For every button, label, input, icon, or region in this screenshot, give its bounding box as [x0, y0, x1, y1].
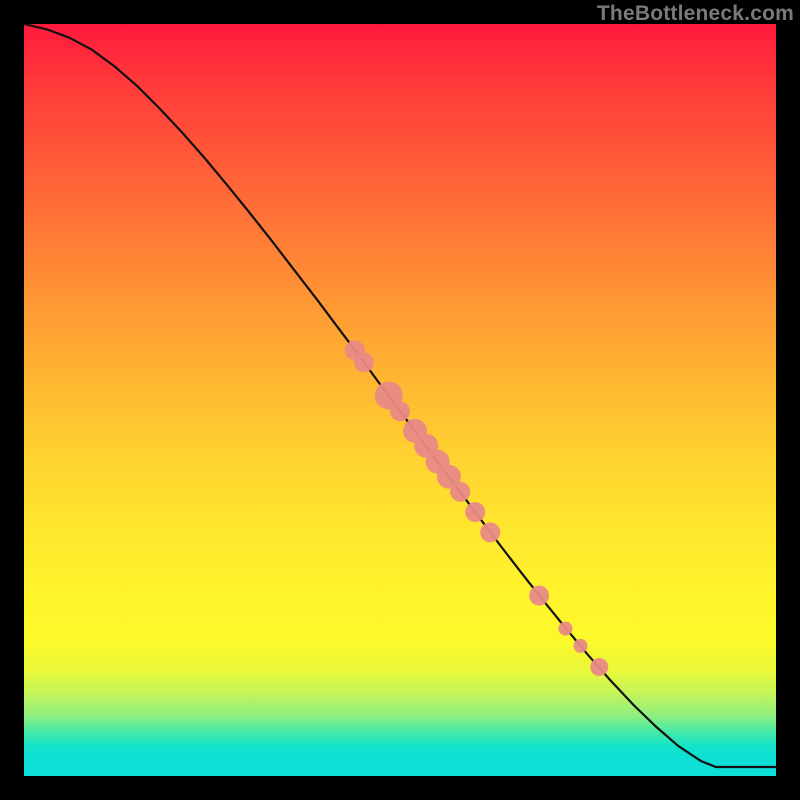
scatter-point — [590, 658, 608, 676]
scatter-point — [480, 522, 500, 542]
scatter-points — [345, 340, 608, 676]
chart-svg — [24, 24, 776, 776]
scatter-point — [529, 586, 549, 606]
scatter-point — [558, 622, 572, 636]
watermark-text: TheBottleneck.com — [597, 2, 794, 26]
scatter-point — [573, 639, 587, 653]
chart-stage: TheBottleneck.com — [0, 0, 800, 800]
scatter-point — [354, 352, 374, 372]
scatter-point — [390, 401, 410, 421]
scatter-point — [465, 502, 485, 522]
scatter-point — [450, 482, 470, 502]
plot-area — [24, 24, 776, 776]
